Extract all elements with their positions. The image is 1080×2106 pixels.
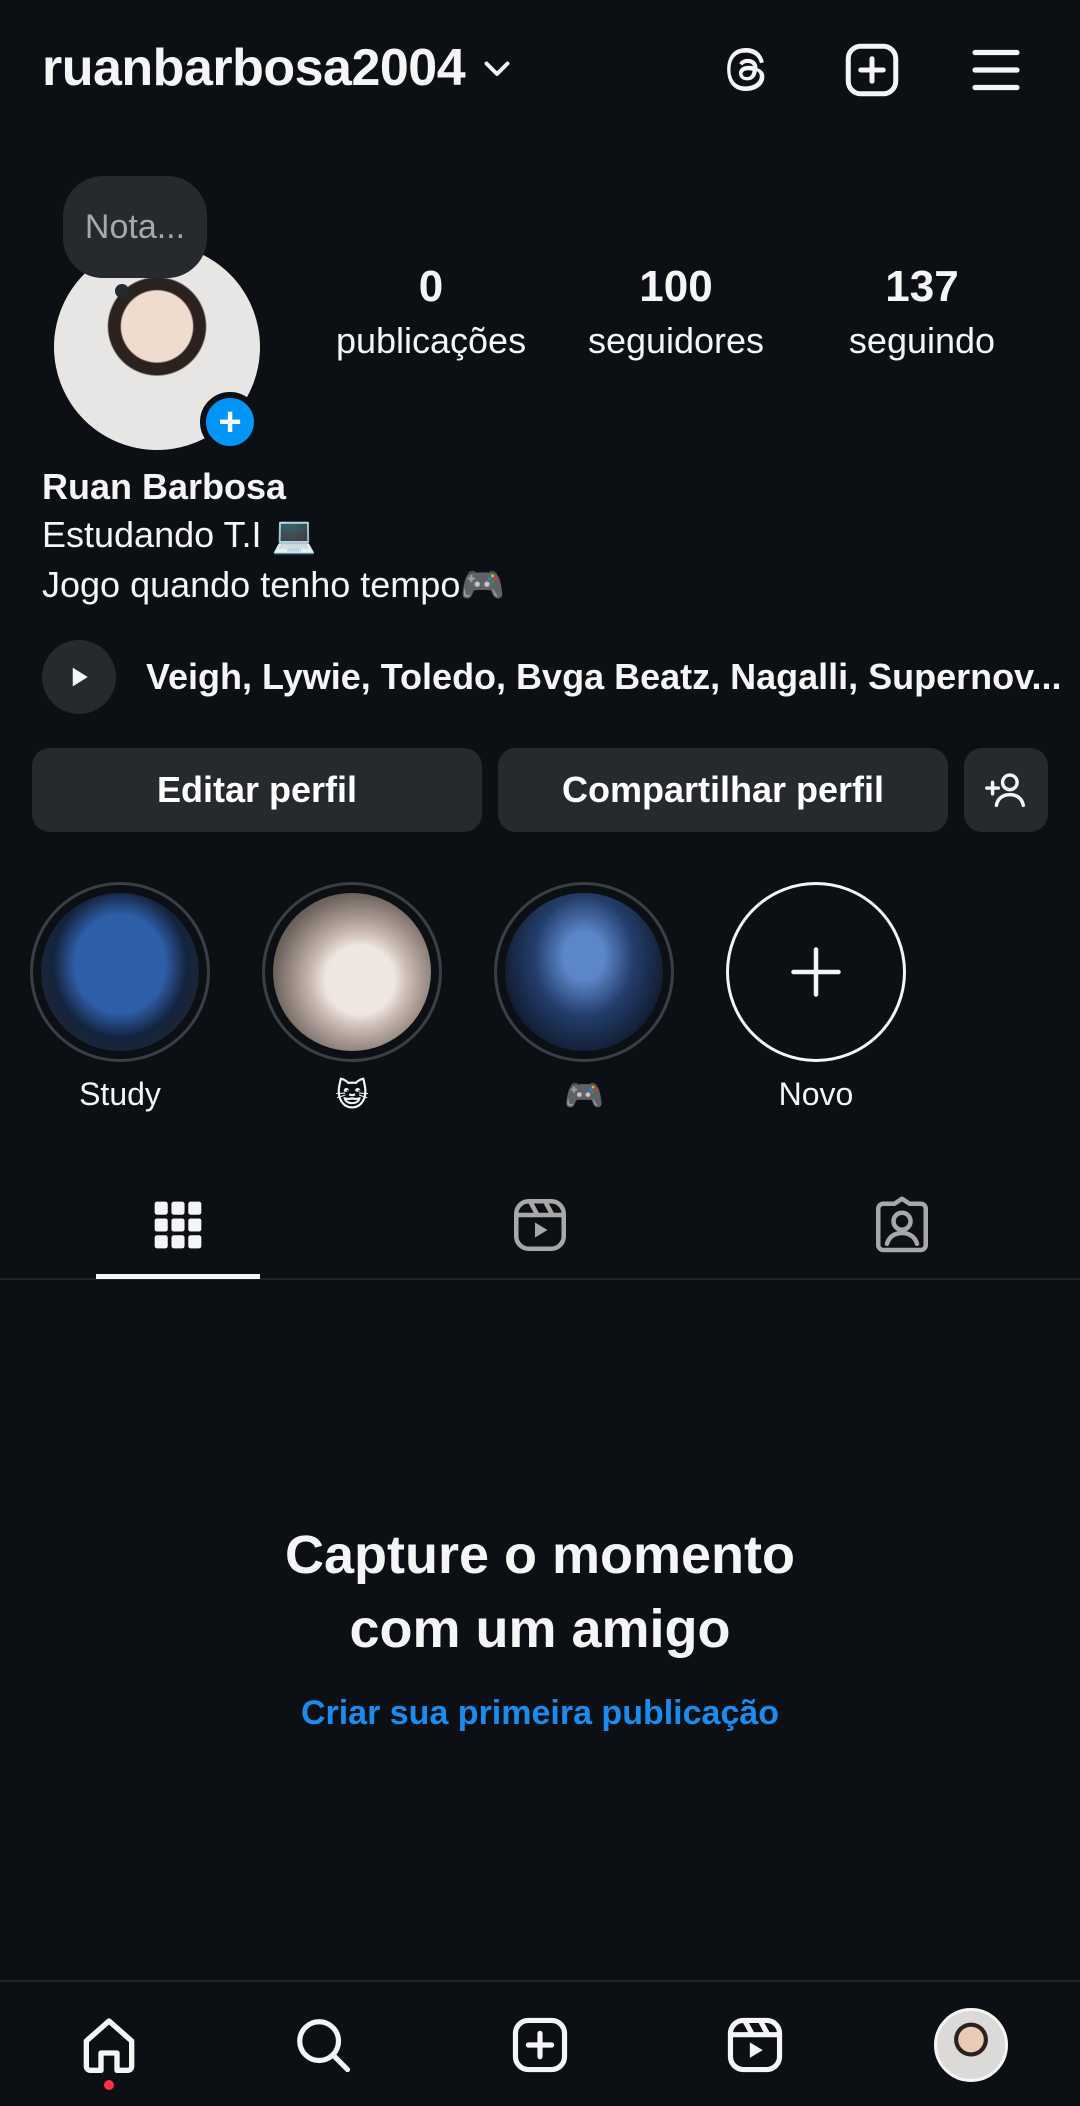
stat-followers[interactable]: 100 seguidores xyxy=(561,262,791,362)
edit-profile-label: Editar perfil xyxy=(156,769,358,810)
highlight-label: 🎮 xyxy=(564,1077,604,1113)
highlight-ring xyxy=(262,882,442,1062)
edit-profile-button[interactable]: Editar perfil xyxy=(32,748,482,832)
home-icon[interactable] xyxy=(74,2010,144,2080)
share-profile-label: Compartilhar perfil xyxy=(561,769,885,810)
highlight-cat[interactable]: 😺 xyxy=(262,882,442,1114)
highlight-cover xyxy=(273,893,431,1051)
bottom-nav xyxy=(0,1980,1080,2106)
stat-posts[interactable]: 0 publicações xyxy=(316,262,546,362)
active-tab-indicator xyxy=(96,1274,260,1279)
share-profile-button[interactable]: Compartilhar perfil xyxy=(498,748,948,832)
reels-nav-icon[interactable] xyxy=(720,2010,790,2080)
highlight-label: Study xyxy=(79,1076,161,1112)
grid-icon xyxy=(154,1201,202,1249)
add-person-icon xyxy=(985,773,1025,808)
stat-value: 137 xyxy=(885,262,959,311)
tab-posts[interactable] xyxy=(96,1188,260,1262)
highlight-new[interactable]: Novo xyxy=(726,882,906,1113)
empty-state-title-line: Capture o momento xyxy=(284,1525,796,1585)
note-bubble-tail xyxy=(115,284,129,298)
highlight-game[interactable]: 🎮 xyxy=(494,882,674,1114)
account-switcher[interactable]: ruanbarbosa2004 xyxy=(42,38,515,98)
top-bar: ruanbarbosa2004 xyxy=(0,0,1080,140)
plus-icon xyxy=(791,947,841,997)
tagged-icon xyxy=(876,1196,928,1253)
highlight-ring xyxy=(494,882,674,1062)
stat-following[interactable]: 137 seguindo xyxy=(807,262,1037,362)
highlight-label: Novo xyxy=(778,1076,854,1112)
empty-state-title: Capture o momento com um amigo xyxy=(0,1518,1080,1666)
notification-dot xyxy=(104,2080,114,2090)
content-tabs xyxy=(0,1170,1080,1280)
chevron-down-icon xyxy=(484,61,510,76)
profile-music[interactable]: Veigh, Lywie, Toledo, Bvga Beatz, Nagall… xyxy=(42,640,1062,714)
stat-label: seguindo xyxy=(848,320,996,361)
play-icon[interactable] xyxy=(42,640,116,714)
discover-people-button[interactable] xyxy=(964,748,1048,832)
stat-label: seguidores xyxy=(587,320,765,361)
create-icon[interactable] xyxy=(505,2010,575,2080)
highlight-new-ring xyxy=(726,882,906,1062)
music-artists: Veigh, Lywie, Toledo, Bvga Beatz, Nagall… xyxy=(146,656,1062,697)
empty-state-title-line: com um amigo xyxy=(349,1599,731,1659)
highlight-ring xyxy=(30,882,210,1062)
highlight-cover xyxy=(41,893,199,1051)
threads-icon[interactable] xyxy=(714,38,778,102)
bio-line: Estudando T.I 💻 xyxy=(42,514,317,555)
highlight-label: 😺 xyxy=(335,1077,369,1113)
highlight-study[interactable]: Study xyxy=(30,882,210,1113)
stat-value: 0 xyxy=(418,262,444,311)
highlight-cover xyxy=(505,893,663,1051)
search-icon[interactable] xyxy=(288,2010,358,2080)
tab-reels[interactable] xyxy=(458,1188,622,1262)
reels-icon xyxy=(514,1199,566,1251)
username: ruanbarbosa2004 xyxy=(42,39,466,97)
stat-value: 100 xyxy=(639,262,713,311)
add-story-icon[interactable]: + xyxy=(200,392,260,452)
note-bubble[interactable]: Nota... xyxy=(63,176,207,278)
profile-nav-avatar[interactable] xyxy=(934,2008,1008,2082)
tab-tagged[interactable] xyxy=(820,1188,984,1262)
stat-label: publicações xyxy=(335,320,527,361)
create-post-icon[interactable] xyxy=(840,38,904,102)
menu-icon[interactable] xyxy=(964,38,1028,102)
bio-line: Jogo quando tenho tempo🎮 xyxy=(42,564,506,605)
create-first-post-link[interactable]: Criar sua primeira publicação xyxy=(0,1694,1080,1733)
profile-name: Ruan Barbosa xyxy=(42,466,287,507)
note-placeholder: Nota... xyxy=(84,207,186,246)
